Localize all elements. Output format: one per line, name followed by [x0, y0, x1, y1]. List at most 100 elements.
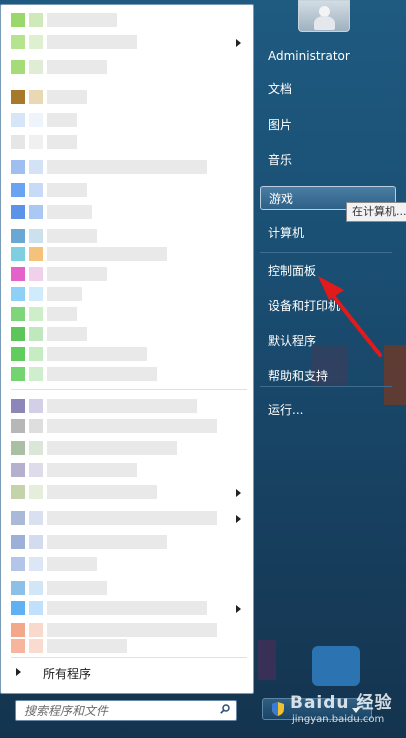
place-item[interactable]: 图片 [260, 113, 396, 137]
program-icon [29, 13, 43, 27]
place-item[interactable]: 音乐 [260, 148, 396, 172]
program-icon [11, 135, 25, 149]
program-icon [29, 557, 43, 571]
place-item[interactable]: 文档 [260, 77, 396, 101]
program-icon [11, 511, 25, 525]
program-icon [11, 399, 25, 413]
recent-programs-list [1, 5, 253, 655]
program-item[interactable] [1, 481, 253, 504]
program-icon [11, 639, 25, 653]
background-tile [312, 646, 360, 686]
program-icon [11, 535, 25, 549]
program-icon [11, 347, 25, 361]
program-label-blurred [47, 35, 137, 49]
program-label-blurred [47, 135, 77, 149]
program-item[interactable] [1, 86, 253, 109]
program-icon [11, 419, 25, 433]
chevron-right-icon [236, 489, 241, 497]
program-item[interactable] [1, 437, 253, 460]
program-icon [29, 183, 43, 197]
program-item[interactable] [1, 415, 253, 438]
program-icon [11, 35, 25, 49]
program-item[interactable] [1, 31, 253, 54]
program-label-blurred [47, 581, 107, 595]
program-icon [11, 113, 25, 127]
program-item[interactable] [1, 201, 253, 224]
program-label-blurred [47, 511, 217, 525]
program-label-blurred [47, 601, 207, 615]
program-icon [29, 35, 43, 49]
program-icon [29, 60, 43, 74]
program-label-blurred [47, 399, 197, 413]
separator [11, 657, 247, 658]
program-item[interactable] [1, 56, 253, 79]
pawn-icon-body [314, 16, 335, 30]
program-item[interactable] [1, 363, 253, 386]
program-label-blurred [47, 367, 157, 381]
program-label-blurred [47, 247, 167, 261]
place-item[interactable]: Administrator [260, 44, 396, 68]
chevron-right-icon [236, 515, 241, 523]
search-input[interactable] [24, 702, 204, 719]
start-menu: 所有程序 Administrator文档图片音乐游戏计算机控制面板设备和打印机默… [0, 0, 406, 738]
program-item[interactable] [1, 553, 253, 576]
program-icon [29, 581, 43, 595]
program-item[interactable] [1, 531, 253, 554]
program-icon [11, 367, 25, 381]
place-item[interactable]: 计算机 [260, 221, 396, 245]
program-icon [11, 205, 25, 219]
program-icon [29, 287, 43, 301]
program-label-blurred [47, 60, 107, 74]
program-icon [29, 229, 43, 243]
all-programs-button[interactable]: 所有程序 [1, 661, 253, 685]
program-label-blurred [47, 307, 77, 321]
program-label-blurred [47, 441, 177, 455]
program-label-blurred [47, 160, 207, 174]
program-icon [11, 601, 25, 615]
program-label-blurred [47, 463, 137, 477]
program-item[interactable] [1, 635, 253, 658]
program-item[interactable] [1, 459, 253, 482]
program-icon [29, 601, 43, 615]
all-programs-label: 所有程序 [43, 667, 92, 681]
program-icon [29, 485, 43, 499]
program-icon [29, 327, 43, 341]
program-icon [11, 287, 25, 301]
program-item[interactable] [1, 9, 253, 32]
program-icon [11, 267, 25, 281]
program-icon [29, 205, 43, 219]
program-label-blurred [47, 229, 97, 243]
program-icon [29, 419, 43, 433]
program-item[interactable] [1, 109, 253, 132]
program-icon [11, 485, 25, 499]
program-icon [11, 13, 25, 27]
program-label-blurred [47, 287, 82, 301]
program-label-blurred [47, 419, 217, 433]
program-label-blurred [47, 90, 87, 104]
program-icon [29, 511, 43, 525]
program-icon [29, 135, 43, 149]
program-icon [29, 247, 43, 261]
user-avatar[interactable] [298, 0, 350, 32]
program-label-blurred [47, 113, 77, 127]
program-label-blurred [47, 485, 157, 499]
program-icon [29, 113, 43, 127]
watermark: Baidu 经验 jingyan.baidu.com [290, 688, 406, 734]
search-box[interactable] [15, 700, 237, 721]
tooltip: 在计算机... [346, 202, 406, 222]
program-item[interactable] [1, 597, 253, 620]
program-label-blurred [47, 347, 147, 361]
program-item[interactable] [1, 131, 253, 154]
program-icon [29, 639, 43, 653]
program-label-blurred [47, 557, 97, 571]
program-icon [29, 267, 43, 281]
program-label-blurred [47, 183, 87, 197]
program-item[interactable] [1, 179, 253, 202]
program-item[interactable] [1, 156, 253, 179]
program-icon [29, 535, 43, 549]
red-arrow-annotation [318, 276, 382, 357]
program-item[interactable] [1, 507, 253, 530]
place-item[interactable]: 运行... [260, 398, 396, 422]
program-icon [11, 229, 25, 243]
search-icon[interactable] [220, 704, 230, 714]
